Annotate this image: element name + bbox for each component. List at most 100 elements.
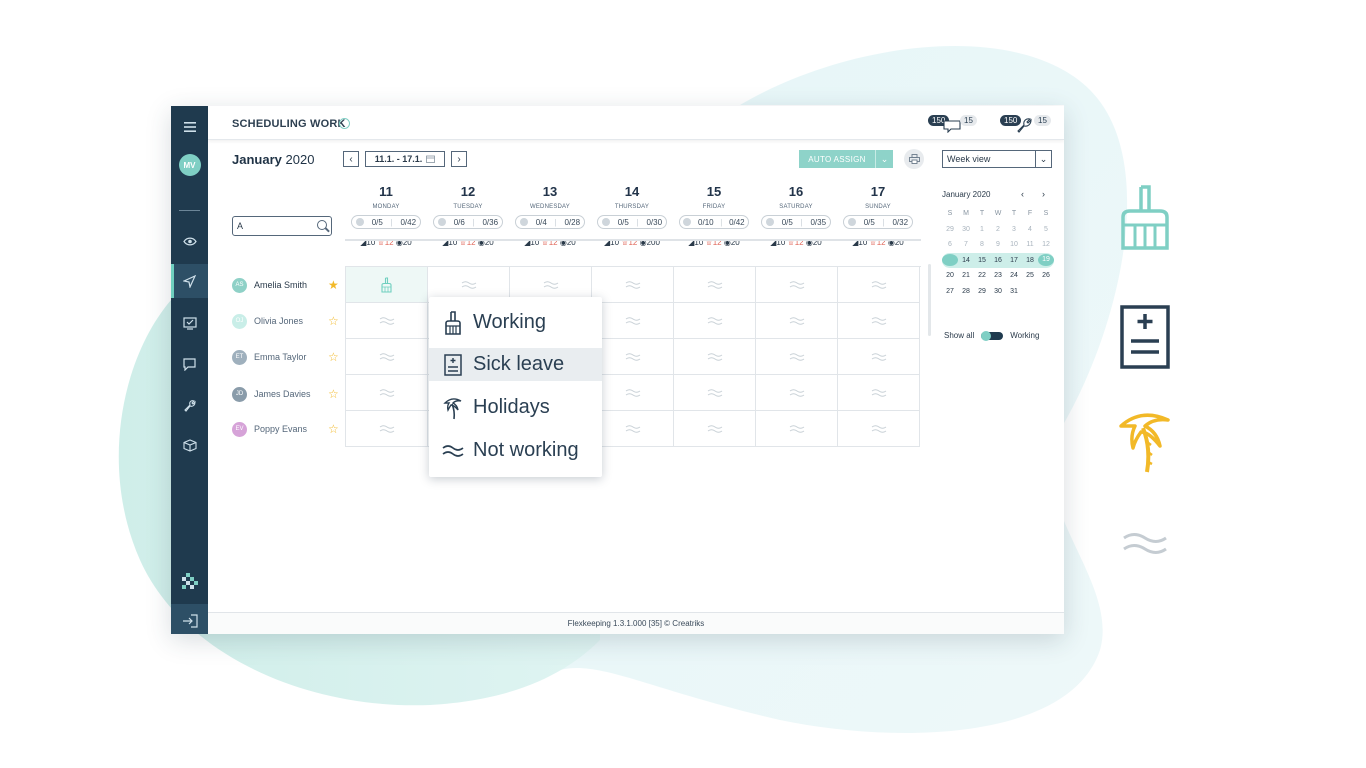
mini-calendar-day[interactable]: 29 bbox=[942, 226, 958, 233]
maintenance-notification[interactable]: 150 15 bbox=[1000, 113, 1056, 135]
mini-calendar-day[interactable]: 9 bbox=[990, 241, 1006, 248]
mini-calendar-day[interactable]: 14 bbox=[958, 257, 974, 264]
mini-calendar-day[interactable]: 10 bbox=[1006, 241, 1022, 248]
mini-calendar-day[interactable]: 31 bbox=[1006, 288, 1022, 295]
schedule-cell[interactable] bbox=[346, 411, 428, 447]
employee-row[interactable]: AS Amelia Smith ★ bbox=[232, 275, 339, 295]
schedule-cell[interactable] bbox=[838, 375, 920, 411]
mini-calendar-week[interactable]: 27 28 29 30 31 bbox=[942, 284, 1054, 300]
sidebar-item-tasks[interactable] bbox=[171, 306, 208, 340]
mini-calendar-day[interactable]: 16 bbox=[990, 257, 1006, 264]
mini-calendar-day[interactable]: 27 bbox=[942, 288, 958, 295]
mini-calendar-day[interactable]: 7 bbox=[958, 241, 974, 248]
sidebar-item-messages[interactable] bbox=[171, 347, 208, 381]
messages-notification[interactable]: 150 15 bbox=[928, 113, 978, 135]
schedule-cell[interactable] bbox=[838, 303, 920, 339]
schedule-cell[interactable] bbox=[592, 303, 674, 339]
mini-calendar-day[interactable]: 12 bbox=[1038, 241, 1054, 248]
star-icon[interactable]: ☆ bbox=[328, 350, 339, 364]
mini-calendar-day[interactable]: 17 bbox=[1006, 257, 1022, 264]
schedule-cell[interactable] bbox=[838, 411, 920, 447]
show-filter-toggle[interactable] bbox=[981, 330, 1004, 341]
mini-calendar-day[interactable]: 20 bbox=[942, 272, 958, 279]
mini-calendar-week[interactable]: 20 21 22 23 24 25 26 bbox=[942, 268, 1054, 284]
mini-calendar-day[interactable]: 3 bbox=[1006, 226, 1022, 233]
mini-calendar-day[interactable]: 1 bbox=[974, 226, 990, 233]
popup-item-sick-leave[interactable]: Sick leave bbox=[429, 348, 602, 381]
mini-calendar-day[interactable]: 29 bbox=[974, 288, 990, 295]
star-icon[interactable]: ☆ bbox=[328, 314, 339, 328]
mini-calendar-day[interactable]: 26 bbox=[1038, 272, 1054, 279]
schedule-cell[interactable] bbox=[674, 375, 756, 411]
schedule-cell[interactable] bbox=[592, 375, 674, 411]
popup-item-not-working[interactable]: Not working bbox=[429, 434, 602, 467]
date-range-picker[interactable]: 11.1. - 17.1. bbox=[365, 151, 445, 167]
mini-calendar-day[interactable]: 30 bbox=[958, 226, 974, 233]
mini-calendar-day[interactable]: 18 bbox=[1022, 257, 1038, 264]
schedule-cell[interactable] bbox=[346, 375, 428, 411]
mini-calendar-day[interactable] bbox=[942, 254, 958, 267]
schedule-cell[interactable] bbox=[756, 375, 838, 411]
schedule-cell[interactable] bbox=[756, 303, 838, 339]
mini-calendar-day[interactable]: 15 bbox=[974, 257, 990, 264]
auto-assign-dropdown[interactable]: ⌄ bbox=[875, 150, 893, 168]
popup-item-working[interactable]: Working bbox=[429, 306, 602, 339]
next-week-button[interactable]: › bbox=[451, 151, 467, 167]
mini-calendar-day[interactable]: 22 bbox=[974, 272, 990, 279]
schedule-cell[interactable] bbox=[346, 339, 428, 375]
mini-calendar-week-selected[interactable]: 14 15 16 17 18 19 bbox=[942, 252, 1054, 268]
mini-calendar-day[interactable]: 25 bbox=[1022, 272, 1038, 279]
chevron-right-icon[interactable]: › bbox=[1042, 189, 1045, 199]
schedule-cell[interactable] bbox=[756, 339, 838, 375]
sidebar-item-maintenance[interactable] bbox=[171, 388, 208, 422]
mini-calendar-day[interactable]: 23 bbox=[990, 272, 1006, 279]
mini-calendar-day[interactable]: 11 bbox=[1022, 241, 1038, 248]
mini-calendar-day[interactable]: 30 bbox=[990, 288, 1006, 295]
popup-item-holidays[interactable]: Holidays bbox=[429, 391, 602, 424]
schedule-cell[interactable] bbox=[674, 267, 756, 303]
mini-calendar-week[interactable]: 29 30 1 2 3 4 5 bbox=[942, 222, 1054, 238]
mini-calendar-day[interactable]: 24 bbox=[1006, 272, 1022, 279]
schedule-cell[interactable] bbox=[346, 267, 428, 303]
schedule-cell[interactable] bbox=[674, 411, 756, 447]
mini-calendar-day[interactable]: 6 bbox=[942, 241, 958, 248]
star-icon[interactable]: ☆ bbox=[328, 387, 339, 401]
star-icon[interactable]: ★ bbox=[328, 278, 339, 292]
sidebar-item-scheduling[interactable] bbox=[171, 264, 208, 298]
employee-row[interactable]: EV Poppy Evans ☆ bbox=[232, 419, 339, 439]
mini-calendar-day[interactable]: 5 bbox=[1038, 226, 1054, 233]
mini-calendar-day[interactable]: 2 bbox=[990, 226, 1006, 233]
search-icon[interactable] bbox=[317, 220, 327, 230]
employee-row[interactable]: OJ Olivia Jones ☆ bbox=[232, 311, 339, 331]
schedule-cell[interactable] bbox=[592, 339, 674, 375]
view-select[interactable]: Week view ⌄ bbox=[942, 150, 1052, 168]
scrollbar[interactable] bbox=[928, 264, 931, 336]
sidebar-item-view[interactable] bbox=[171, 224, 208, 258]
logout-button[interactable] bbox=[171, 604, 208, 634]
print-button[interactable] bbox=[904, 149, 924, 169]
search-input[interactable]: A bbox=[232, 216, 332, 236]
schedule-cell[interactable] bbox=[756, 267, 838, 303]
mini-calendar-day[interactable]: 19 bbox=[1038, 254, 1054, 267]
mini-calendar-week[interactable]: 6 7 8 9 10 11 12 bbox=[942, 237, 1054, 253]
menu-icon[interactable] bbox=[171, 110, 208, 144]
sidebar-item-inventory[interactable] bbox=[171, 428, 208, 462]
mini-calendar-day[interactable]: 8 bbox=[974, 241, 990, 248]
schedule-cell[interactable] bbox=[838, 267, 920, 303]
chevron-left-icon[interactable]: ‹ bbox=[1021, 189, 1024, 199]
schedule-cell[interactable] bbox=[346, 303, 428, 339]
mini-calendar-day[interactable]: 28 bbox=[958, 288, 974, 295]
schedule-cell[interactable] bbox=[674, 339, 756, 375]
schedule-cell[interactable] bbox=[592, 411, 674, 447]
user-avatar-button[interactable]: MV bbox=[171, 148, 208, 182]
auto-assign-button[interactable]: AUTO ASSIGN bbox=[799, 150, 875, 168]
help-icon[interactable] bbox=[339, 118, 350, 129]
schedule-cell[interactable] bbox=[592, 267, 674, 303]
mini-calendar-day[interactable]: 21 bbox=[958, 272, 974, 279]
mini-calendar-day[interactable]: 4 bbox=[1022, 226, 1038, 233]
schedule-cell[interactable] bbox=[674, 303, 756, 339]
employee-row[interactable]: JD James Davies ☆ bbox=[232, 384, 339, 404]
schedule-cell[interactable] bbox=[756, 411, 838, 447]
star-icon[interactable]: ☆ bbox=[328, 422, 339, 436]
employee-row[interactable]: ET Emma Taylor ☆ bbox=[232, 347, 339, 367]
